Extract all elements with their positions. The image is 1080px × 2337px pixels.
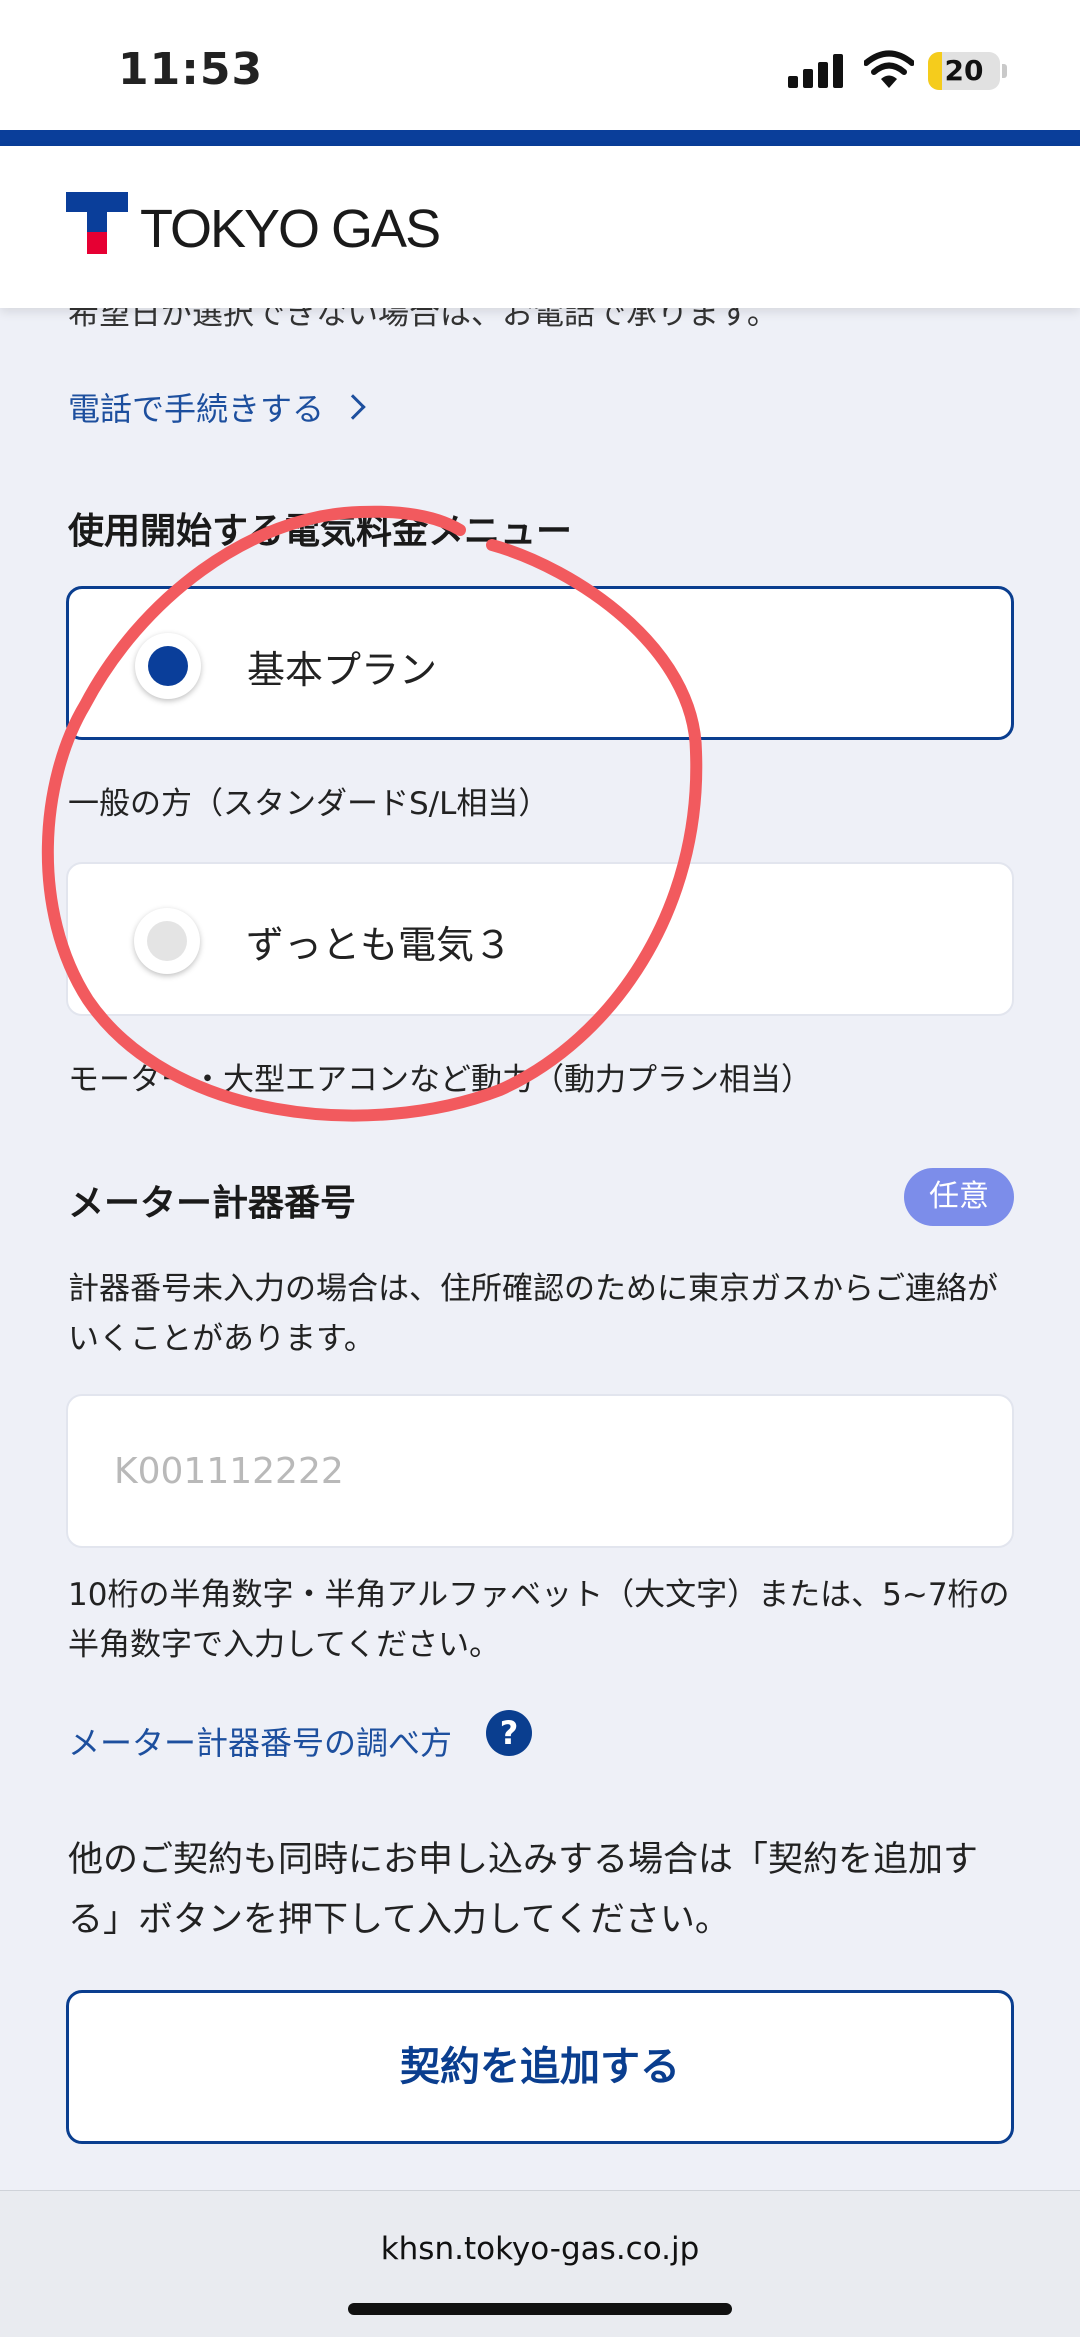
plan-option-description: モーター・大型エアコンなど動力（動力プラン相当） <box>68 1062 812 1098</box>
plan-section-title: 使用開始する電気料金メニュー <box>68 511 573 552</box>
add-contract-instruction: 他のご契約も同時にお申し込みする場合は「契約を追加する」ボタンを押下して入力して… <box>68 1840 979 1940</box>
status-bar: 11:53 20 <box>0 0 1080 130</box>
plan-option-zuttomo[interactable]: ずっとも電気３ <box>66 862 1014 1016</box>
help-question-icon[interactable]: ? <box>486 1710 532 1756</box>
battery-body: 20 <box>928 52 1000 90</box>
plan-option-description: 一般の方（スタンダードS/L相当） <box>68 786 550 822</box>
tokyo-gas-logo-icon[interactable] <box>66 192 128 254</box>
battery-icon: 20 <box>928 52 1007 90</box>
meter-note: 計器番号未入力の場合は、住所確認のために東京ガスからご連絡がいくことがあります。 <box>68 1271 998 1357</box>
header-accent-band <box>0 130 1080 146</box>
battery-cap <box>1002 64 1007 78</box>
wifi-icon <box>864 50 914 88</box>
cellular-signal-icon <box>788 54 843 88</box>
radio-dot <box>148 646 188 686</box>
site-header: TOKYO GAS <box>0 146 1080 308</box>
plan-option-basic[interactable]: 基本プラン <box>66 586 1014 740</box>
meter-howto-link[interactable]: メーター計器番号の調べ方 <box>68 1718 452 1764</box>
radio-dot <box>147 921 187 961</box>
phone-procedure-link-label: 電話で手続きする <box>68 390 325 428</box>
chevron-right-icon <box>340 394 366 420</box>
optional-badge: 任意 <box>904 1168 1014 1226</box>
browser-url-bar[interactable]: khsn.tokyo-gas.co.jp <box>0 2190 1080 2337</box>
battery-level: 20 <box>944 54 984 87</box>
meter-section-title: メーター計器番号 <box>68 1183 357 1224</box>
radio-button-unselected[interactable] <box>134 908 200 974</box>
brand-name[interactable]: TOKYO GAS <box>140 198 441 260</box>
meter-input-hint: 10桁の半角数字・半角アルファベット（大文字）または、5~7桁の半角数字で入力し… <box>68 1577 1010 1663</box>
home-indicator[interactable] <box>348 2303 732 2315</box>
url-text[interactable]: khsn.tokyo-gas.co.jp <box>0 2231 1080 2267</box>
radio-button-selected[interactable] <box>135 633 201 699</box>
add-contract-button[interactable]: 契約を追加する <box>66 1990 1014 2144</box>
annotation-circle <box>41 505 703 1122</box>
plan-option-label: 基本プラン <box>247 648 438 692</box>
status-time: 11:53 <box>118 44 264 95</box>
phone-procedure-link[interactable]: 電話で手続きする <box>68 384 366 430</box>
meter-number-input[interactable] <box>66 1394 1014 1548</box>
plan-option-label: ずっとも電気３ <box>246 923 513 967</box>
